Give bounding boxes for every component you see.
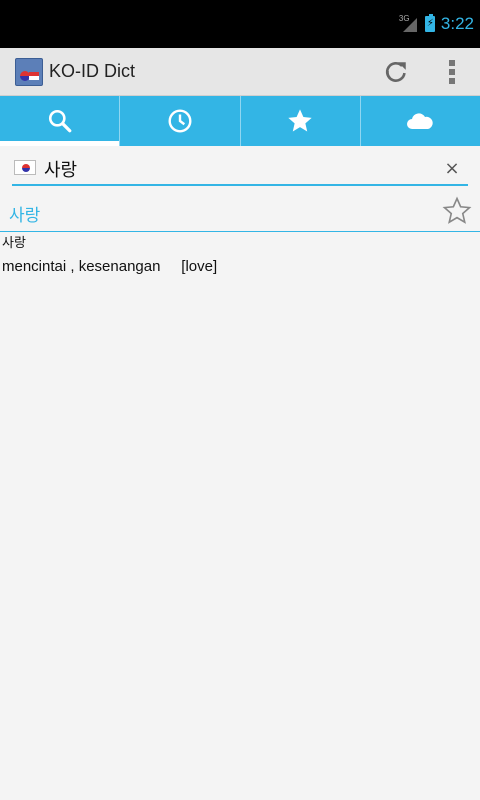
korea-flag-icon[interactable]: [14, 160, 36, 175]
tab-history[interactable]: [120, 96, 241, 146]
refresh-button[interactable]: [372, 48, 420, 96]
refresh-icon: [385, 62, 406, 82]
search-bar: ×: [12, 154, 468, 186]
status-icons: 3G ⚡ 3:22: [399, 12, 474, 36]
tab-search[interactable]: [0, 96, 121, 146]
search-input[interactable]: [44, 156, 424, 182]
tab-bar: [0, 96, 480, 146]
clear-search-button[interactable]: ×: [440, 156, 464, 182]
result-header[interactable]: 사랑: [0, 192, 480, 232]
status-clock: 3:22: [440, 14, 474, 33]
star-outline-icon: [442, 196, 472, 224]
result-word: 사랑: [9, 206, 41, 226]
definition-headword: 사랑: [2, 236, 26, 251]
battery-icon: ⚡: [424, 14, 435, 32]
overflow-menu-button[interactable]: [428, 48, 476, 96]
app-title: KO-ID Dict: [49, 61, 136, 81]
cloud-icon: [407, 113, 434, 129]
action-bar: KO-ID Dict: [0, 48, 480, 96]
definition-text: mencintai , kesenangan [love]: [2, 258, 218, 275]
star-icon: [288, 109, 312, 132]
clock-icon: [168, 109, 192, 133]
definition-panel: 사랑 mencintai , kesenangan [love]: [2, 236, 472, 276]
search-icon: [48, 109, 71, 133]
favorite-button[interactable]: [442, 196, 472, 226]
app-icon[interactable]: [15, 58, 43, 86]
overflow-menu-icon: [449, 60, 455, 84]
status-bar: 3G ⚡ 3:22: [0, 0, 480, 48]
signal-icon: 3G: [399, 14, 419, 34]
tab-favorites[interactable]: [241, 96, 361, 146]
tab-cloud[interactable]: [361, 96, 480, 146]
